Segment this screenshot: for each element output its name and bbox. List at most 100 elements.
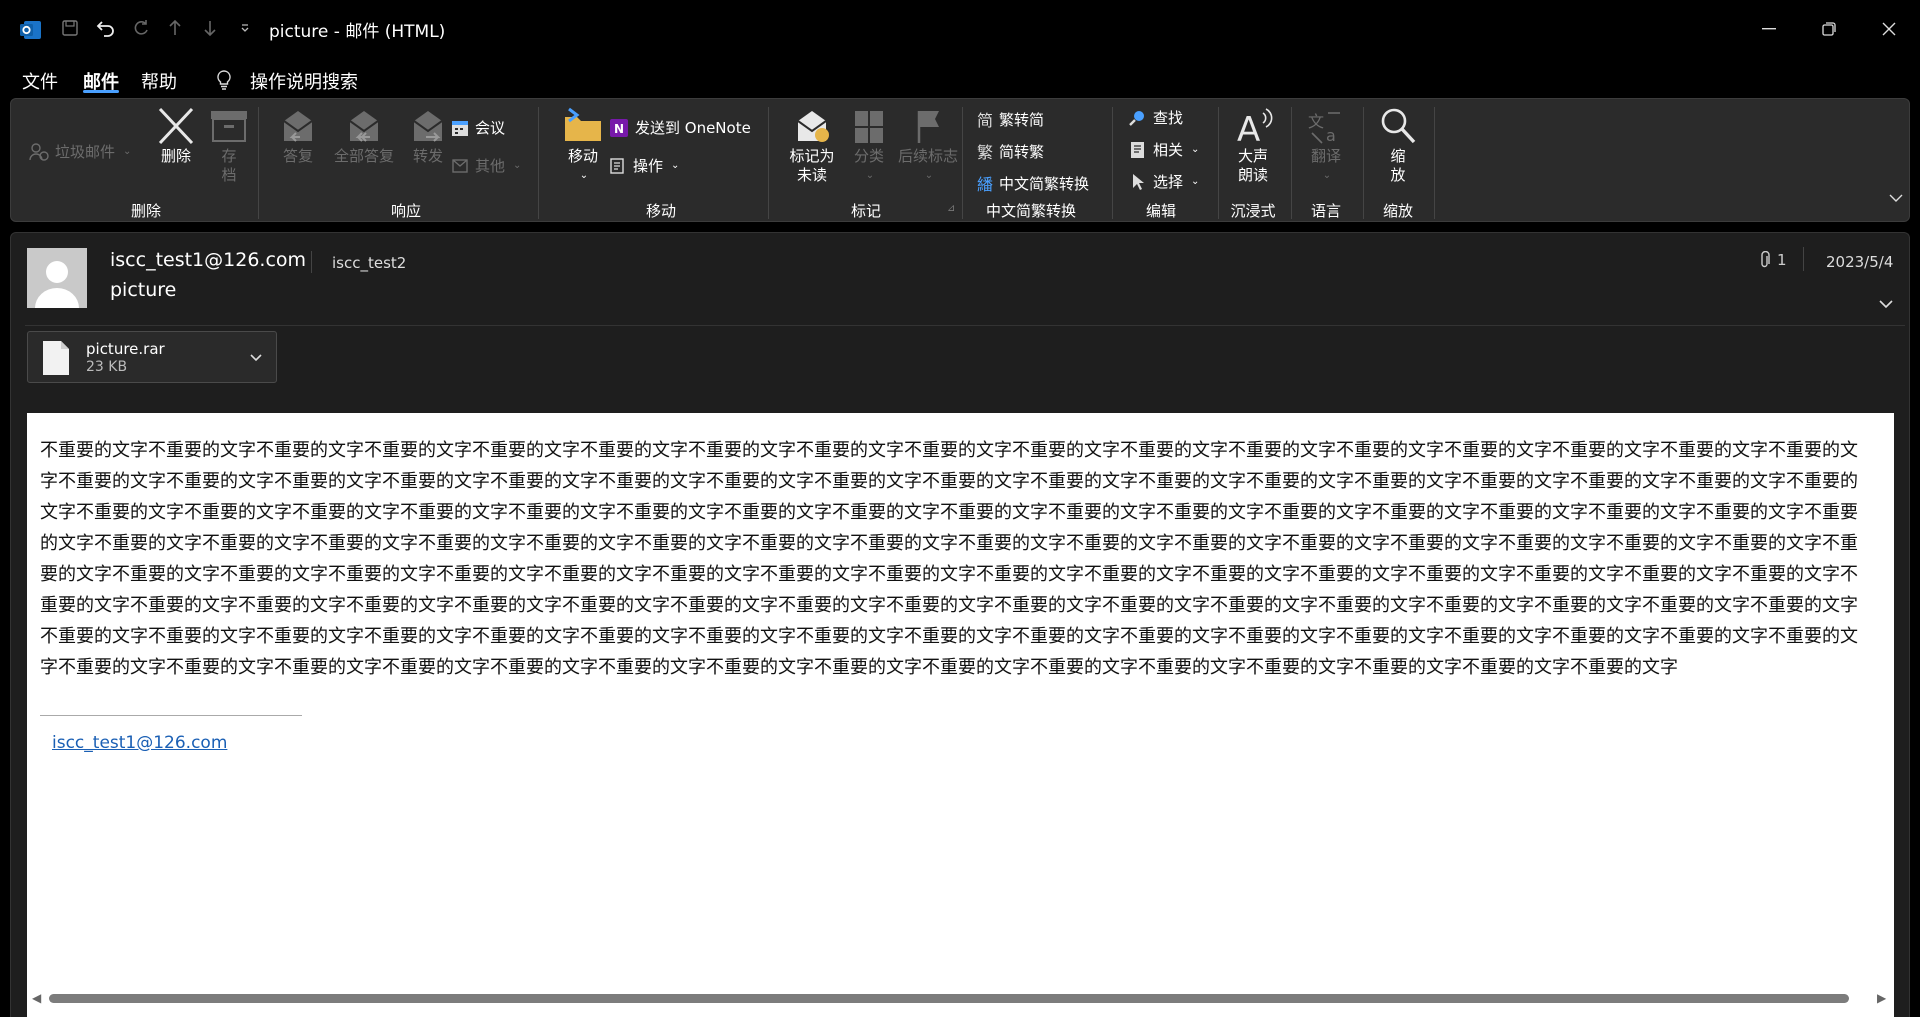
mark-unread-icon xyxy=(797,111,829,142)
svg-text:N: N xyxy=(614,122,624,136)
send-to-onenote-button[interactable]: N 发送到 OneNote xyxy=(609,117,751,138)
restore-button[interactable] xyxy=(1806,12,1852,46)
meeting-label: 会议 xyxy=(475,119,506,137)
search-icon xyxy=(1129,110,1144,126)
reply-all-button[interactable]: 全部答复 xyxy=(329,107,399,166)
archive-label: 存 档 xyxy=(221,147,237,184)
group-separator xyxy=(1218,107,1219,219)
recipient[interactable]: iscc_test2 xyxy=(332,254,406,272)
more-respond-icon xyxy=(452,158,468,173)
collapse-ribbon-icon[interactable] xyxy=(1889,191,1903,207)
mark-unread-button[interactable]: 标记为 未读 xyxy=(777,107,847,185)
archive-button[interactable]: 存 档 xyxy=(207,107,251,185)
chinese-group-label: 中文简繁转换 xyxy=(985,202,1076,220)
message-header: iscc_test1@126.com iscc_test2 picture 1 … xyxy=(10,232,1910,396)
read-aloud-label: 大声 朗读 xyxy=(1237,147,1268,184)
tags-group-label: 标记 xyxy=(850,202,881,220)
message-body: 不重要的文字不重要的文字不重要的文字不重要的文字不重要的文字不重要的文字不重要的… xyxy=(27,413,1894,1017)
attachment-name: picture.rar xyxy=(86,340,165,358)
attachment-count-value: 1 xyxy=(1777,251,1787,269)
trad-to-simp-icon: 简 xyxy=(977,111,994,130)
ribbon-tabs: 文件 邮件 帮助 操作说明搜索 xyxy=(0,58,1920,98)
delete-icon xyxy=(158,107,194,145)
save-icon[interactable] xyxy=(58,16,82,40)
edit-group-label: 编辑 xyxy=(1145,202,1176,220)
find-button[interactable]: 查找 xyxy=(1129,107,1183,128)
outlook-icon xyxy=(19,18,43,42)
file-icon xyxy=(42,340,70,380)
translate-button[interactable]: 文a 翻译 ⌄ xyxy=(1301,107,1351,185)
chinese-conversion-icon: 繙 xyxy=(977,175,994,194)
related-icon xyxy=(1131,141,1144,158)
trad-to-simp-button[interactable]: 简 繁转简 xyxy=(977,107,1044,131)
sender-address[interactable]: iscc_test1@126.com xyxy=(110,249,306,271)
delete-label: 删除 xyxy=(160,147,191,165)
junk-button[interactable]: 垃圾邮件 ⌄ xyxy=(29,141,131,162)
delete-button[interactable]: 删除 xyxy=(151,107,201,166)
next-item-icon[interactable] xyxy=(198,16,222,40)
zoom-button[interactable]: 缩 放 xyxy=(1373,107,1423,185)
scrollbar-thumb[interactable] xyxy=(49,994,1849,1003)
select-button[interactable]: 选择 ⌄ xyxy=(1129,171,1199,192)
zoom-group-label: 缩放 xyxy=(1382,202,1413,220)
respond-more-button[interactable]: 其他 ⌄ xyxy=(451,155,521,176)
chinese-conversion-label: 中文简繁转换 xyxy=(999,174,1090,193)
scroll-right-icon[interactable]: ▶ xyxy=(1877,991,1886,1005)
simp-to-trad-label: 简转繁 xyxy=(999,142,1045,161)
tab-help[interactable]: 帮助 xyxy=(141,68,177,94)
move-group-label: 移动 xyxy=(645,202,676,220)
reply-icon xyxy=(283,111,313,142)
trad-to-simp-label: 繁转简 xyxy=(999,110,1045,129)
group-separator xyxy=(768,107,769,219)
related-label: 相关 xyxy=(1153,141,1184,159)
related-button[interactable]: 相关 ⌄ xyxy=(1129,139,1199,160)
minimize-button[interactable] xyxy=(1746,12,1792,46)
move-label: 移动 xyxy=(567,147,598,165)
read-aloud-icon: A xyxy=(1237,108,1273,145)
actions-icon xyxy=(610,157,624,174)
active-tab-indicator xyxy=(83,90,119,93)
redo-icon[interactable] xyxy=(129,16,153,40)
attachment-menu-icon[interactable] xyxy=(250,347,262,366)
forward-button[interactable]: 转发 xyxy=(403,107,453,166)
customize-toolbar-icon[interactable] xyxy=(233,16,257,40)
simp-to-trad-icon: 繁 xyxy=(977,143,994,162)
onenote-icon: N xyxy=(610,118,628,137)
signature-email-link[interactable]: iscc_test1@126.com xyxy=(52,733,227,753)
attachment-card[interactable]: picture.rar 23 KB xyxy=(27,331,277,383)
chinese-conversion-button[interactable]: 繙 中文简繁转换 xyxy=(977,171,1089,195)
horizontal-scrollbar[interactable]: ◀ ▶ xyxy=(27,990,1894,1008)
group-separator xyxy=(1434,107,1435,219)
actions-button[interactable]: 操作 ⌄ xyxy=(609,155,679,176)
read-aloud-button[interactable]: A 大声 朗读 xyxy=(1227,107,1279,185)
categorize-button[interactable]: 分类 ⌄ xyxy=(849,107,889,185)
expand-header-icon[interactable] xyxy=(1879,293,1893,314)
message-body-text: 不重要的文字不重要的文字不重要的文字不重要的文字不重要的文字不重要的文字不重要的… xyxy=(40,440,1858,678)
group-separator xyxy=(258,107,259,219)
close-button[interactable] xyxy=(1866,12,1912,46)
follow-up-button[interactable]: 后续标志 ⌄ xyxy=(893,107,963,185)
move-folder-icon xyxy=(565,107,601,141)
scroll-left-icon[interactable]: ◀ xyxy=(32,991,41,1005)
lightbulb-icon xyxy=(216,70,232,94)
send-to-onenote-label: 发送到 OneNote xyxy=(635,119,751,137)
group-separator xyxy=(962,107,963,219)
reply-all-label: 全部答复 xyxy=(333,147,394,165)
forward-icon xyxy=(413,111,443,142)
group-separator xyxy=(1112,107,1113,219)
previous-item-icon[interactable] xyxy=(163,16,187,40)
move-button[interactable]: 移动 ⌄ xyxy=(553,107,613,185)
reply-button[interactable]: 答复 xyxy=(273,107,323,166)
tell-me-search[interactable]: 操作说明搜索 xyxy=(250,68,358,94)
tags-dialog-launcher-icon[interactable]: ⊿ xyxy=(947,203,955,214)
ribbon: 垃圾邮件 ⌄ 删除 存 档 删除 答复 全部答复 转发 会议 其他 ⌄ 响应 移动 … xyxy=(10,98,1910,222)
forward-label: 转发 xyxy=(412,147,443,165)
mark-unread-label: 标记为 未读 xyxy=(789,147,835,184)
meeting-button[interactable]: 会议 xyxy=(451,117,505,138)
undo-icon[interactable] xyxy=(94,16,118,40)
translate-label: 翻译 xyxy=(1310,147,1341,165)
title-bar: picture - 邮件 (HTML) xyxy=(0,0,1920,58)
simp-to-trad-button[interactable]: 繁 简转繁 xyxy=(977,139,1044,163)
delete-group-label: 删除 xyxy=(130,202,161,220)
tab-file[interactable]: 文件 xyxy=(22,68,58,94)
